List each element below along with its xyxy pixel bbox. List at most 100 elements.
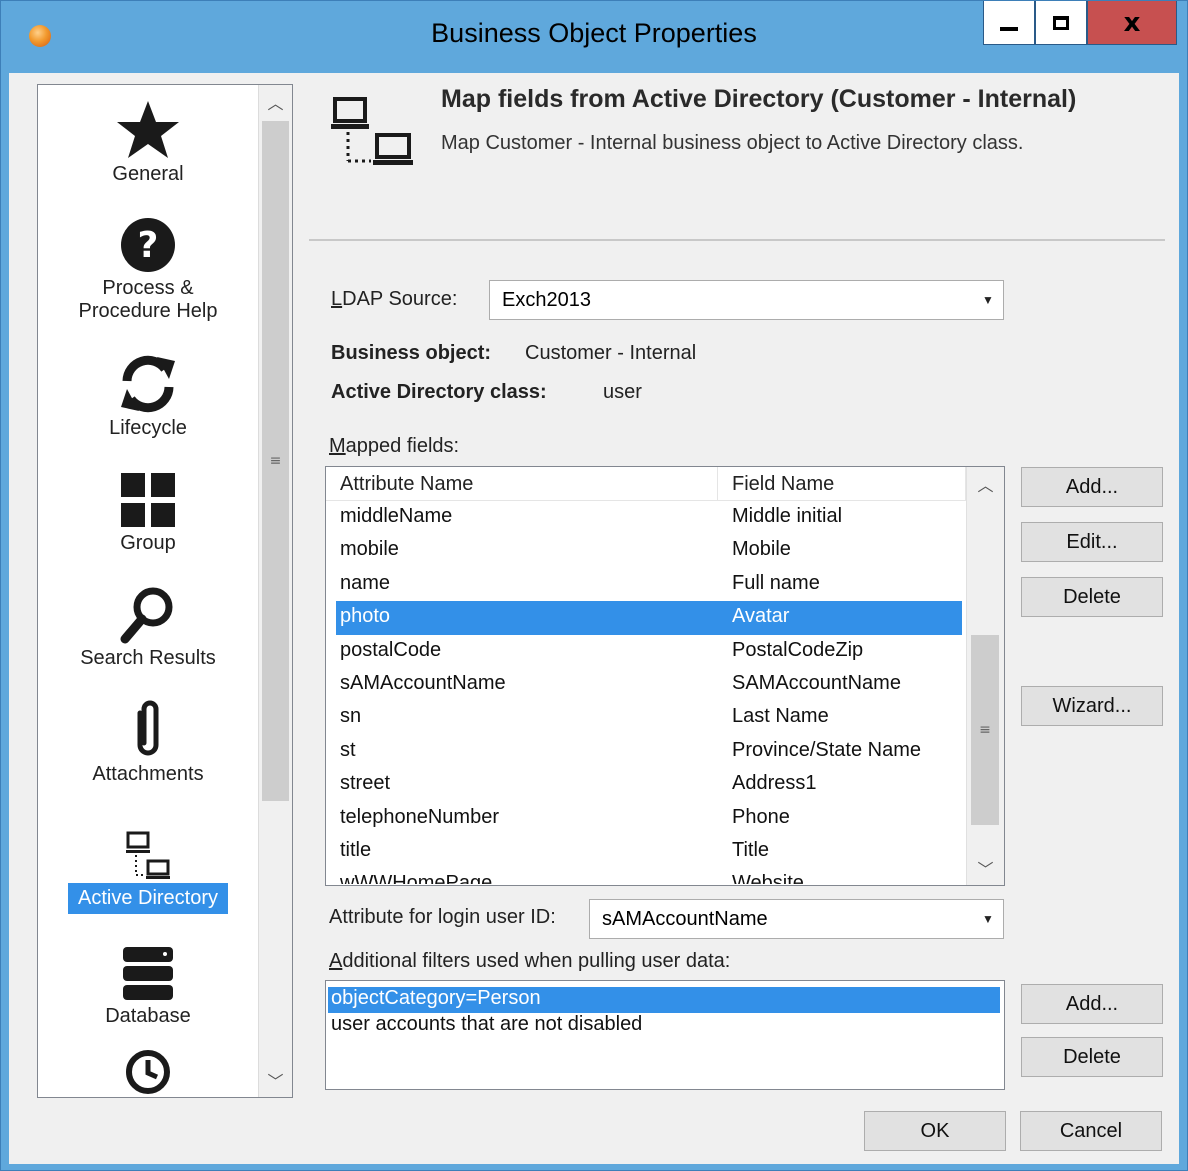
ad-class-value: user bbox=[603, 381, 642, 403]
ldap-source-value: Exch2013 bbox=[502, 289, 591, 311]
business-object-label: Business object: bbox=[331, 342, 492, 364]
field-cell: PostalCodeZip bbox=[732, 638, 864, 661]
add-filter-button[interactable]: Add... bbox=[1021, 984, 1163, 1024]
filters-list[interactable]: objectCategory=Person user accounts that… bbox=[325, 980, 1005, 1090]
svg-text:?: ? bbox=[138, 225, 159, 266]
table-row[interactable]: telephoneNumber Phone bbox=[326, 802, 966, 835]
list-item-selected[interactable]: objectCategory=Person bbox=[328, 987, 1000, 1013]
list-body: middleName Middle initial mobile Mobile na… bbox=[326, 501, 966, 885]
field-cell: Website bbox=[732, 872, 804, 885]
mapped-fields-label: Mapped fields: bbox=[329, 435, 460, 457]
network-computers-icon bbox=[126, 831, 170, 879]
category-nav: General ? Process & Procedure Help Lifec… bbox=[37, 84, 293, 1098]
field-cell: Province/State Name bbox=[732, 738, 921, 761]
nav-scrollbar[interactable]: ︿ ≡ ﹀ bbox=[258, 85, 292, 1097]
nav-label: Search Results bbox=[80, 647, 216, 669]
page-subtitle: Map Customer - Internal business object … bbox=[441, 132, 1024, 154]
nav-item-attachments[interactable]: Attachments bbox=[38, 699, 258, 786]
wizard-button[interactable]: Wizard... bbox=[1021, 686, 1163, 726]
nav-label: Group bbox=[120, 532, 176, 554]
login-attribute-select[interactable]: sAMAccountName ▼ bbox=[589, 899, 1004, 939]
scroll-down-arrow[interactable]: ﹀ bbox=[259, 1063, 292, 1097]
nav-item-history[interactable] bbox=[38, 1047, 258, 1097]
nav-label: Database bbox=[105, 1005, 191, 1027]
field-cell: Title bbox=[732, 838, 770, 861]
maximize-icon bbox=[1053, 15, 1069, 30]
nav-label: Attachments bbox=[92, 763, 204, 785]
ldap-source-select[interactable]: Exch2013 ▼ bbox=[489, 280, 1004, 320]
field-cell: Last Name bbox=[732, 705, 829, 728]
business-object-value: Customer - Internal bbox=[525, 342, 697, 364]
attribute-cell: postalCode bbox=[340, 638, 442, 661]
grid-icon bbox=[121, 473, 175, 527]
nav-label-line1: Process & bbox=[102, 277, 194, 299]
nav-item-group[interactable]: Group bbox=[38, 470, 258, 555]
nav-label: Active Directory bbox=[67, 883, 229, 914]
nav-label: Lifecycle bbox=[109, 417, 187, 439]
dialog-client-area: General ? Process & Procedure Help Lifec… bbox=[9, 73, 1179, 1164]
scroll-up-arrow[interactable]: ︿ bbox=[259, 85, 292, 119]
filters-label: Additional filters used when pulling use… bbox=[329, 950, 731, 972]
field-cell: Address1 bbox=[732, 772, 817, 795]
table-row[interactable]: st Province/State Name bbox=[326, 735, 966, 768]
star-icon bbox=[117, 101, 179, 158]
attribute-cell: name bbox=[340, 571, 391, 594]
minimize-button[interactable] bbox=[983, 1, 1035, 45]
maximize-button[interactable] bbox=[1035, 1, 1087, 45]
title-bar[interactable]: Business Object Properties x bbox=[1, 1, 1187, 73]
mapped-fields-scrollbar[interactable]: ︿ ≡ ﹀ bbox=[966, 467, 1004, 885]
attribute-cell: street bbox=[340, 772, 391, 795]
table-row-selected[interactable]: photo Avatar bbox=[336, 601, 962, 635]
table-row-partial[interactable]: wWWHomePage Website bbox=[326, 868, 966, 884]
magnifier-icon bbox=[120, 587, 173, 644]
table-row[interactable]: mobile Mobile bbox=[326, 534, 966, 567]
delete-filter-button[interactable]: Delete bbox=[1021, 1037, 1163, 1077]
table-row[interactable]: sn Last Name bbox=[326, 701, 966, 734]
attribute-cell: mobile bbox=[340, 538, 399, 561]
table-row[interactable]: postalCode PostalCodeZip bbox=[326, 635, 966, 668]
nav-item-process-help[interactable]: ? Process & Procedure Help bbox=[38, 215, 258, 323]
nav-item-search-results[interactable]: Search Results bbox=[38, 585, 258, 670]
scroll-down-arrow[interactable]: ﹀ bbox=[967, 851, 1004, 885]
attribute-cell: st bbox=[340, 738, 356, 761]
ad-class-label: Active Directory class: bbox=[331, 381, 547, 403]
nav-item-active-directory[interactable]: Active Directory bbox=[38, 831, 258, 914]
nav-item-general[interactable]: General bbox=[38, 99, 258, 186]
minimize-icon bbox=[1000, 26, 1018, 31]
nav-label: General bbox=[112, 163, 184, 185]
column-header-attribute[interactable]: Attribute Name bbox=[326, 467, 718, 501]
dialog-window: Business Object Properties x General ? P… bbox=[0, 0, 1188, 1171]
close-button[interactable]: x bbox=[1087, 1, 1177, 45]
database-icon bbox=[123, 947, 173, 1000]
clock-icon bbox=[126, 1050, 170, 1094]
nav-item-database[interactable]: Database bbox=[38, 945, 258, 1028]
table-row[interactable]: name Full name bbox=[326, 568, 966, 601]
active-directory-header-icon bbox=[331, 97, 413, 165]
list-header: Attribute Name Field Name bbox=[326, 467, 966, 501]
mapped-fields-list[interactable]: Attribute Name Field Name middleName Midd… bbox=[325, 466, 1005, 886]
attribute-cell: sn bbox=[340, 705, 362, 728]
dropdown-arrow-icon[interactable]: ▼ bbox=[973, 900, 1003, 938]
attribute-cell: photo bbox=[340, 605, 391, 628]
scroll-thumb[interactable]: ≡ bbox=[262, 121, 289, 801]
table-row[interactable]: sAMAccountName SAMAccountName bbox=[326, 668, 966, 701]
attribute-cell: wWWHomePage bbox=[340, 872, 493, 885]
ok-button[interactable]: OK bbox=[864, 1111, 1006, 1151]
cancel-button[interactable]: Cancel bbox=[1020, 1111, 1162, 1151]
scroll-up-arrow[interactable]: ︿ bbox=[967, 467, 1004, 501]
table-row[interactable]: title Title bbox=[326, 835, 966, 868]
list-item[interactable]: user accounts that are not disabled bbox=[326, 1013, 1004, 1039]
field-cell: Full name bbox=[732, 571, 820, 594]
table-row[interactable]: middleName Middle initial bbox=[326, 501, 966, 534]
attribute-cell: sAMAccountName bbox=[340, 671, 506, 694]
edit-mapping-button[interactable]: Edit... bbox=[1021, 522, 1163, 562]
delete-mapping-button[interactable]: Delete bbox=[1021, 577, 1163, 617]
add-mapping-button[interactable]: Add... bbox=[1021, 467, 1163, 507]
dropdown-arrow-icon[interactable]: ▼ bbox=[973, 281, 1003, 319]
table-row[interactable]: street Address1 bbox=[326, 768, 966, 801]
field-cell: Phone bbox=[732, 805, 790, 828]
attribute-cell: middleName bbox=[340, 505, 453, 527]
scroll-thumb[interactable]: ≡ bbox=[971, 635, 999, 825]
nav-item-lifecycle[interactable]: Lifecycle bbox=[38, 353, 258, 440]
column-header-field[interactable]: Field Name bbox=[718, 467, 966, 501]
